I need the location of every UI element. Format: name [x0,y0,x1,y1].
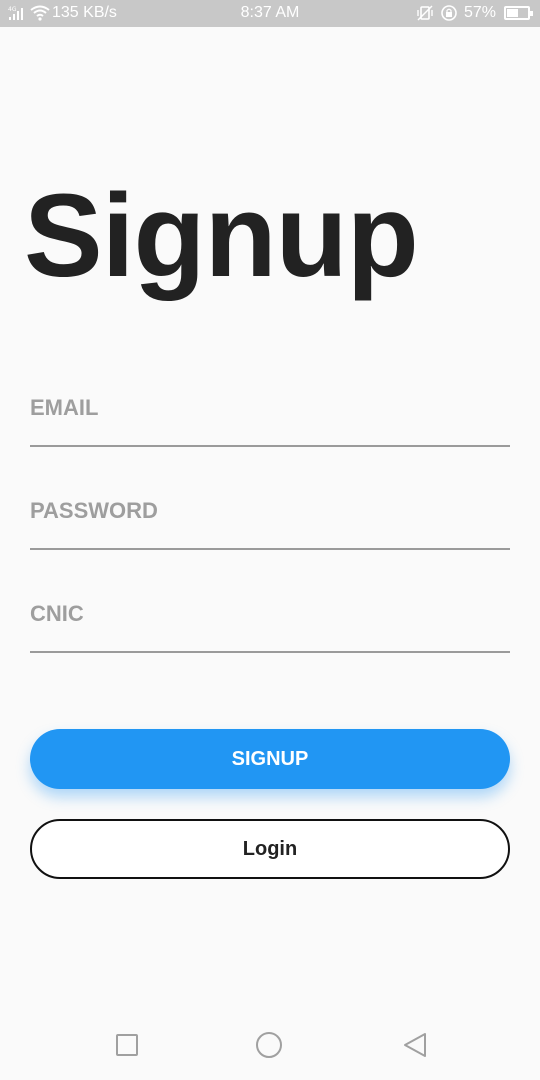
recent-apps-icon[interactable] [112,1030,142,1060]
network-speed: 135 KB/s [52,4,117,21]
email-field[interactable]: EMAIL [30,387,510,447]
battery-percent: 57% [463,4,496,21]
svg-text:4G: 4G [8,6,17,13]
rotation-lock-icon [440,4,458,22]
vibrate-icon [416,4,434,22]
cnic-field[interactable]: CNIC [30,593,510,653]
signup-button[interactable]: SIGNUP [30,729,510,789]
back-icon[interactable] [400,1030,430,1060]
email-underline [30,445,510,447]
status-right: 57% [416,4,533,22]
email-label: EMAIL [30,395,99,420]
page-title: Signup [24,170,419,302]
login-button[interactable]: Login [30,819,510,879]
battery-level-fill [507,9,518,17]
cellular-signal-icon: 4G [8,4,26,22]
password-label: PASSWORD [30,498,158,523]
signup-screen: 4G 135 KB/s 8:37 AM 57% Signup EMAIL PAS… [0,0,540,1080]
password-underline [30,548,510,550]
home-icon[interactable] [254,1030,284,1060]
cnic-underline [30,651,510,653]
status-left: 4G 135 KB/s [8,4,117,22]
status-bar: 4G 135 KB/s 8:37 AM 57% [0,0,540,27]
battery-icon [504,6,533,20]
navigation-bar [0,1010,540,1080]
password-field[interactable]: PASSWORD [30,490,510,550]
cnic-label: CNIC [30,601,84,626]
wifi-icon [30,4,50,22]
